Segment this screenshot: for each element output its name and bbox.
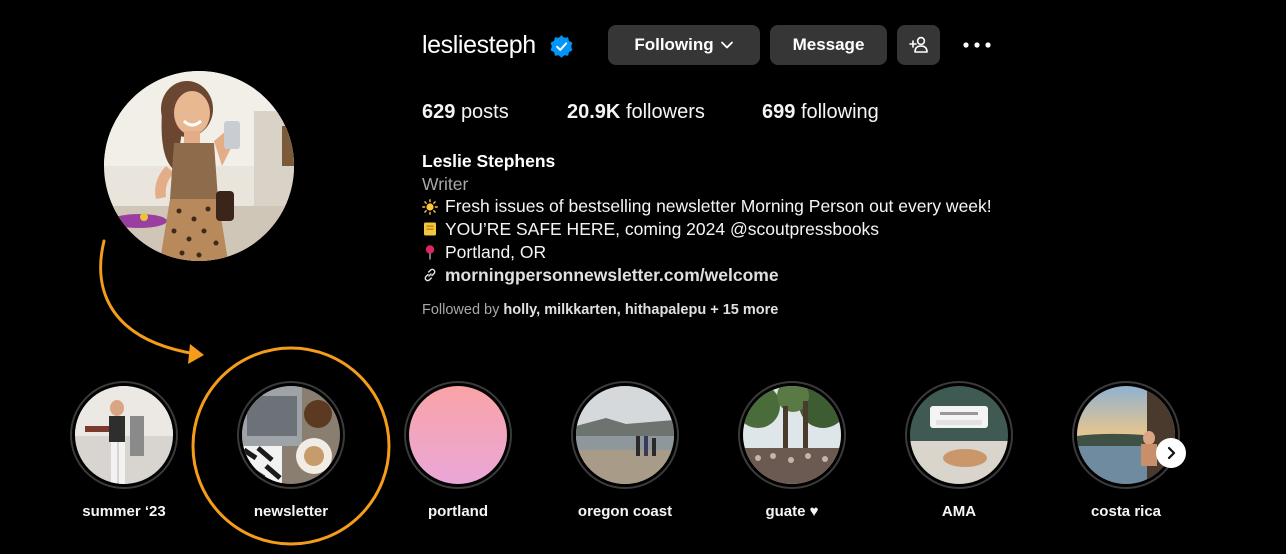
profile-username: lesliesteph [422,31,536,59]
highlight-portland[interactable]: portland [404,381,512,520]
highlight-costa-rica[interactable]: costa rica [1072,381,1180,520]
highlight-oregon-coast[interactable]: oregon coast [571,381,679,520]
highlight-cover-image [576,386,674,484]
verified-badge-icon [550,35,573,58]
profile-avatar[interactable] [104,71,294,261]
bio-line-1: Fresh issues of bestselling newsletter M… [445,196,992,217]
more-options-icon[interactable] [960,34,994,56]
chevron-right-icon [1167,446,1176,460]
following-label: following [800,101,879,123]
link-icon [424,268,436,282]
highlight-cover-ring[interactable] [738,381,846,489]
highlight-cover-ring[interactable] [1072,381,1180,489]
annotation-arrowhead [188,344,204,364]
profile-category: Writer [422,173,469,194]
highlight-cover-image [910,386,1008,484]
highlight-label: oregon coast [577,503,673,520]
highlight-cover-ring[interactable] [905,381,1013,489]
highlight-cover-image [75,386,173,484]
highlight-label: AMA [941,503,977,520]
highlight-label: portland [428,503,488,520]
highlight-label: newsletter [253,503,329,520]
highlight-summer[interactable]: summer ‘23 [70,381,178,520]
pin-emoji-icon [425,245,435,260]
posts-count: 629 [422,101,456,123]
followed-by-prefix: Followed by [422,302,500,318]
followers-label: followers [625,101,705,123]
highlight-cover-ring[interactable] [70,381,178,489]
book-emoji-icon [424,222,436,236]
highlight-cover-image [242,386,340,484]
followers-count: 20.9K [567,101,621,123]
following-count: 699 [762,101,796,123]
add-user-icon [908,36,928,53]
bio-line-location: Portland, OR [422,241,1122,264]
bio-website-link[interactable]: morningpersonnewsletter.com/welcome [422,264,1122,287]
posts-count-stat: 629 posts [422,101,509,124]
website-url[interactable]: morningpersonnewsletter.com/welcome [445,264,779,287]
bio-line-2: YOU’RE SAFE HERE, coming 2024 @scoutpres… [445,219,880,240]
sun-emoji-icon [422,198,438,215]
highlight-cover-image [409,386,507,484]
highlight-cover-ring[interactable] [571,381,679,489]
bio-line-book: YOU’RE SAFE HERE, coming 2024 @scoutpres… [422,218,1122,241]
profile-full-name: Leslie Stephens [422,151,556,171]
followed-by-names: holly, milkkarten, hithapalepu [503,302,707,318]
following-button[interactable]: Following [608,25,760,65]
following-count-stat[interactable]: 699 following [762,101,879,124]
highlight-guate[interactable]: guate ♥ [738,381,846,520]
profile-bio: Leslie Stephens Writer Fresh issues of b… [422,150,1122,286]
highlight-label: summer ‘23 [82,503,166,520]
suggest-users-button[interactable] [897,25,940,65]
highlight-newsletter[interactable]: newsletter [237,381,345,520]
message-button[interactable]: Message [770,25,887,65]
highlight-ama[interactable]: AMA [905,381,1013,520]
profile-page: lesliesteph Following Message 629 posts … [0,0,1286,554]
bio-line-3: Portland, OR [445,241,547,262]
bio-line-newsletter: Fresh issues of bestselling newsletter M… [422,195,1122,218]
highlight-cover-image [1077,386,1175,484]
highlight-label: guate ♥ [765,503,819,520]
highlight-label: costa rica [1090,503,1162,520]
followed-by-more: + 15 more [710,302,779,318]
highlight-cover-ring[interactable] [404,381,512,489]
posts-label: posts [460,101,509,123]
highlight-cover-ring[interactable] [237,381,345,489]
chevron-down-icon [720,41,733,49]
followed-by-text[interactable]: Followed by holly, milkkarten, hithapale… [422,302,778,318]
avatar-photo [104,71,294,261]
followers-count-stat[interactable]: 20.9K followers [567,101,705,124]
following-button-label: Following [634,35,714,54]
message-button-label: Message [792,35,865,54]
highlights-next-button[interactable] [1156,438,1186,468]
highlight-cover-image [743,386,841,484]
